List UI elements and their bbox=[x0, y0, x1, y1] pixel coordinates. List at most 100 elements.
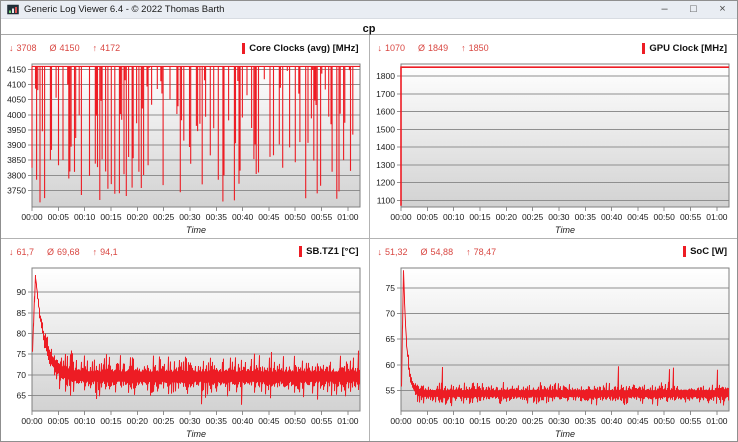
svg-text:Time: Time bbox=[555, 429, 575, 439]
svg-text:00:40: 00:40 bbox=[600, 416, 622, 426]
stat-max: ↑94,1 bbox=[93, 247, 118, 257]
svg-text:3750: 3750 bbox=[7, 185, 26, 195]
svg-text:01:00: 01:00 bbox=[706, 416, 728, 426]
svg-text:00:00: 00:00 bbox=[21, 212, 43, 222]
avg-icon: Ø bbox=[421, 247, 428, 257]
svg-text:00:50: 00:50 bbox=[285, 416, 307, 426]
stat-max-value: 94,1 bbox=[100, 247, 118, 257]
svg-text:00:55: 00:55 bbox=[311, 212, 333, 222]
stat-min: ↓51,32 bbox=[378, 247, 408, 257]
chart-legend: GPU Clock [MHz] bbox=[642, 43, 727, 54]
svg-text:80: 80 bbox=[17, 328, 27, 338]
soc-plot[interactable]: 556065707500:0000:0500:1000:1500:2000:25… bbox=[370, 265, 738, 441]
svg-text:1700: 1700 bbox=[376, 89, 395, 99]
max-arrow-icon: ↑ bbox=[93, 247, 98, 257]
svg-text:00:15: 00:15 bbox=[469, 212, 491, 222]
max-arrow-icon: ↑ bbox=[466, 247, 471, 257]
svg-text:3850: 3850 bbox=[7, 155, 26, 165]
svg-text:1400: 1400 bbox=[376, 142, 395, 152]
gpu-clock-plot[interactable]: 1100120013001400150016001700180000:0000:… bbox=[370, 61, 738, 237]
minimize-button[interactable]: – bbox=[650, 1, 679, 19]
svg-text:1100: 1100 bbox=[376, 195, 395, 205]
app-icon bbox=[7, 4, 19, 16]
stat-max: ↑78,47 bbox=[466, 247, 496, 257]
svg-text:00:05: 00:05 bbox=[48, 212, 70, 222]
legend-color-swatch bbox=[683, 246, 686, 257]
svg-text:00:55: 00:55 bbox=[679, 212, 701, 222]
chart-stats: ↓3708 Ø4150 ↑4172 bbox=[9, 43, 120, 53]
chart-header: ↓3708 Ø4150 ↑4172 Core Clocks (avg) [MHz… bbox=[1, 35, 369, 61]
app-window: Generic Log Viewer 6.4 - © 2022 Thomas B… bbox=[0, 0, 738, 442]
svg-text:00:50: 00:50 bbox=[653, 212, 675, 222]
stat-max-value: 4172 bbox=[100, 43, 120, 53]
svg-text:00:50: 00:50 bbox=[653, 416, 675, 426]
chart-stats: ↓51,32 Ø54,88 ↑78,47 bbox=[378, 247, 497, 257]
stat-min-value: 61,7 bbox=[17, 247, 35, 257]
maximize-button[interactable]: □ bbox=[679, 1, 708, 19]
stat-avg: Ø4150 bbox=[50, 43, 80, 53]
svg-text:00:10: 00:10 bbox=[442, 416, 464, 426]
legend-color-swatch bbox=[242, 43, 245, 54]
svg-text:00:00: 00:00 bbox=[390, 416, 412, 426]
svg-text:00:40: 00:40 bbox=[600, 212, 622, 222]
svg-text:00:55: 00:55 bbox=[311, 416, 333, 426]
svg-text:00:25: 00:25 bbox=[153, 416, 175, 426]
chart-legend: SoC [W] bbox=[683, 246, 727, 257]
stat-min-value: 51,32 bbox=[385, 247, 408, 257]
svg-text:00:20: 00:20 bbox=[127, 212, 149, 222]
svg-text:3950: 3950 bbox=[7, 125, 26, 135]
core-clocks-plot[interactable]: 37503800385039003950400040504100415000:0… bbox=[1, 61, 369, 237]
sb-tz1-plot[interactable]: 65707580859000:0000:0500:1000:1500:2000:… bbox=[1, 265, 369, 441]
chart-header: ↓1070 Ø1849 ↑1850 GPU Clock [MHz] bbox=[370, 35, 738, 61]
stat-avg-value: 4150 bbox=[60, 43, 80, 53]
svg-text:00:45: 00:45 bbox=[627, 212, 649, 222]
stat-avg-value: 69,68 bbox=[57, 247, 80, 257]
svg-text:00:15: 00:15 bbox=[100, 416, 122, 426]
legend-label: SoC [W] bbox=[690, 246, 727, 257]
page-title: cp bbox=[363, 23, 376, 35]
stat-min-value: 1070 bbox=[385, 43, 405, 53]
svg-text:00:15: 00:15 bbox=[469, 416, 491, 426]
svg-text:3900: 3900 bbox=[7, 140, 26, 150]
svg-text:90: 90 bbox=[17, 287, 27, 297]
legend-color-swatch bbox=[642, 43, 645, 54]
min-arrow-icon: ↓ bbox=[9, 247, 14, 257]
svg-text:3800: 3800 bbox=[7, 170, 26, 180]
avg-icon: Ø bbox=[47, 247, 54, 257]
svg-text:00:30: 00:30 bbox=[179, 416, 201, 426]
max-arrow-icon: ↑ bbox=[93, 43, 98, 53]
chart-panel-core-clocks: ↓3708 Ø4150 ↑4172 Core Clocks (avg) [MHz… bbox=[1, 35, 369, 238]
svg-text:75: 75 bbox=[385, 283, 395, 293]
legend-label: Core Clocks (avg) [MHz] bbox=[249, 43, 358, 54]
svg-text:1300: 1300 bbox=[376, 160, 395, 170]
page-header: cp bbox=[1, 19, 737, 35]
svg-text:00:35: 00:35 bbox=[574, 416, 596, 426]
stat-avg-value: 54,88 bbox=[431, 247, 454, 257]
svg-text:00:05: 00:05 bbox=[416, 212, 438, 222]
svg-text:00:40: 00:40 bbox=[232, 416, 254, 426]
svg-text:1600: 1600 bbox=[376, 107, 395, 117]
svg-text:00:10: 00:10 bbox=[74, 416, 96, 426]
legend-color-swatch bbox=[299, 246, 302, 257]
svg-text:00:25: 00:25 bbox=[521, 212, 543, 222]
chart-header: ↓61,7 Ø69,68 ↑94,1 SB.TZ1 [°C] bbox=[1, 239, 369, 265]
charts-grid: ↓3708 Ø4150 ↑4172 Core Clocks (avg) [MHz… bbox=[1, 35, 737, 441]
svg-text:4050: 4050 bbox=[7, 95, 26, 105]
svg-text:00:20: 00:20 bbox=[495, 416, 517, 426]
chart-legend: SB.TZ1 [°C] bbox=[299, 246, 358, 257]
max-arrow-icon: ↑ bbox=[461, 43, 466, 53]
legend-label: SB.TZ1 [°C] bbox=[306, 246, 358, 257]
stat-min: ↓61,7 bbox=[9, 247, 34, 257]
min-arrow-icon: ↓ bbox=[9, 43, 14, 53]
svg-text:00:10: 00:10 bbox=[442, 212, 464, 222]
svg-text:00:00: 00:00 bbox=[21, 416, 43, 426]
svg-text:4150: 4150 bbox=[7, 64, 26, 74]
svg-text:70: 70 bbox=[17, 369, 27, 379]
svg-text:Time: Time bbox=[186, 225, 206, 235]
svg-text:00:45: 00:45 bbox=[627, 416, 649, 426]
svg-text:00:30: 00:30 bbox=[179, 212, 201, 222]
close-button[interactable]: × bbox=[708, 1, 737, 19]
stat-avg: Ø1849 bbox=[418, 43, 448, 53]
svg-text:4100: 4100 bbox=[7, 80, 26, 90]
svg-text:65: 65 bbox=[385, 334, 395, 344]
